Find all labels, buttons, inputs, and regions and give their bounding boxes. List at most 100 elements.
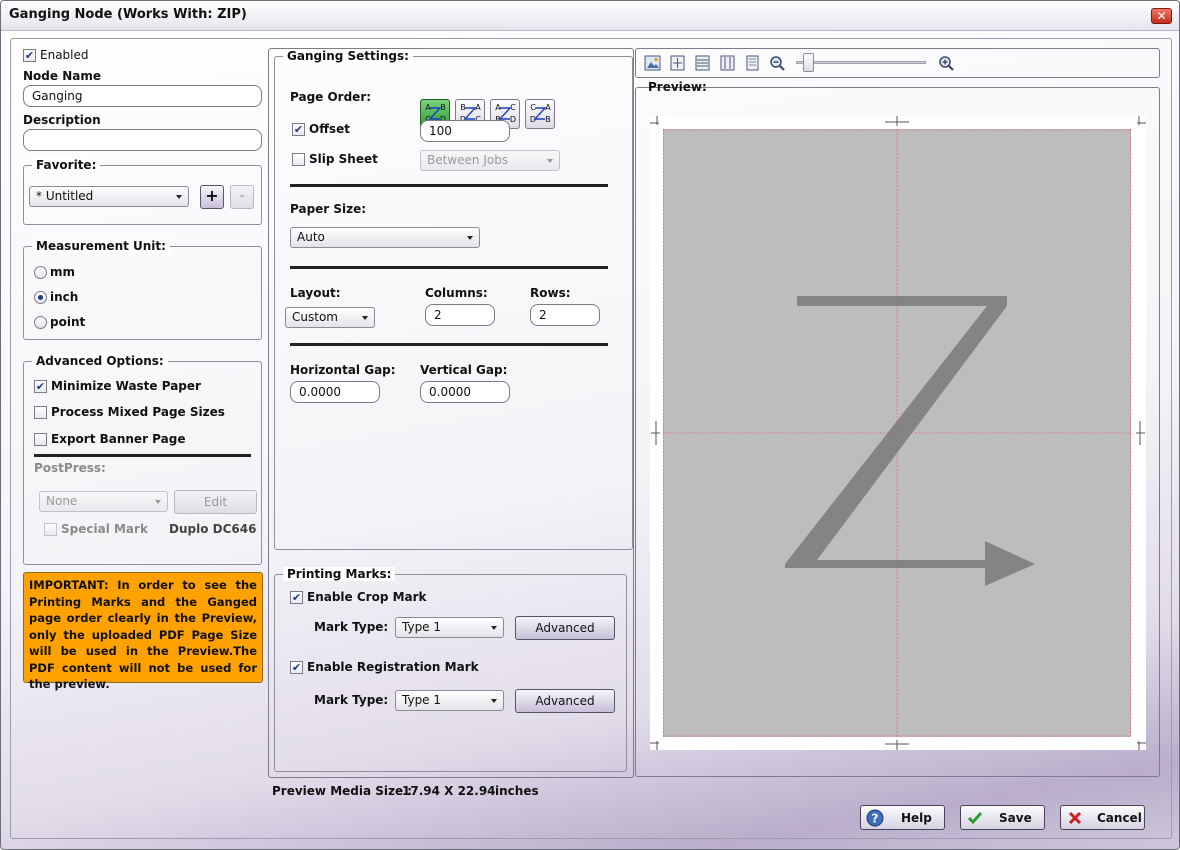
rows-field[interactable]: 2: [530, 304, 600, 326]
minimize-waste-label: Minimize Waste Paper: [51, 379, 201, 393]
mixed-page-sizes-checkbox[interactable]: [34, 406, 47, 419]
node-name-label: Node Name: [23, 69, 101, 83]
fit-page-icon[interactable]: [669, 55, 686, 71]
important-note: IMPORTANT: In order to see the Printing …: [23, 572, 263, 691]
crop-mark-type-value: Type 1: [402, 620, 442, 634]
page-order-reverse-n-button[interactable]: CADB: [525, 99, 555, 129]
measurement-unit-title: Measurement Unit:: [32, 239, 170, 253]
actual-size-icon[interactable]: [744, 55, 761, 71]
slip-sheet-value: Between Jobs: [427, 153, 509, 167]
vertical-gap-field[interactable]: 0.0000: [420, 381, 510, 403]
radio-mm-label: mm: [50, 265, 76, 279]
media-size-label: Preview Media Size :: [272, 784, 413, 798]
radio-mm[interactable]: [34, 266, 47, 279]
horizontal-gap-field[interactable]: 0.0000: [290, 381, 380, 403]
cancel-button[interactable]: Cancel: [1060, 805, 1145, 830]
add-favorite-button[interactable]: +: [200, 185, 224, 209]
banner-page-label: Export Banner Page: [51, 432, 186, 446]
ganging-settings-title: Ganging Settings:: [283, 49, 413, 63]
fit-image-icon[interactable]: [644, 55, 661, 71]
paper-size-label: Paper Size:: [290, 202, 367, 216]
layout-select[interactable]: Custom: [285, 307, 375, 328]
favorite-group: Favorite: * Untitled + -: [23, 158, 262, 225]
layout-value: Custom: [292, 310, 338, 324]
vertical-gap-label: Vertical Gap:: [420, 363, 508, 377]
divider-2: [290, 266, 608, 269]
registration-mark-type-value: Type 1: [402, 693, 442, 707]
horizontal-gap-label: Horizontal Gap:: [290, 363, 396, 377]
advanced-divider: [34, 454, 251, 457]
registration-mark-checkbox[interactable]: ✔: [290, 661, 303, 674]
postpress-edit-button[interactable]: Edit: [174, 490, 257, 514]
svg-text:?: ?: [872, 812, 879, 826]
preview-toolbar: [635, 48, 1160, 78]
help-label: Help: [901, 811, 932, 825]
description-field[interactable]: [23, 129, 262, 151]
crop-advanced-button[interactable]: Advanced: [515, 616, 615, 640]
svg-text:B: B: [545, 115, 551, 124]
zoom-in-icon[interactable]: [938, 55, 955, 71]
enabled-checkbox[interactable]: ✔: [23, 49, 36, 62]
measurement-unit-group: Measurement Unit: mm inch point: [23, 239, 262, 340]
fit-height-icon[interactable]: [719, 55, 736, 71]
remove-favorite-button[interactable]: -: [230, 185, 254, 209]
zoom-slider-track[interactable]: [796, 61, 926, 64]
dialog-body: ✔ Enabled Node Name Ganging Description …: [10, 38, 1172, 839]
columns-label: Columns:: [425, 286, 488, 300]
banner-page-checkbox[interactable]: [34, 433, 47, 446]
zoom-out-icon[interactable]: [769, 55, 786, 71]
favorite-title: Favorite:: [32, 158, 101, 172]
title-bar: Ganging Node (Works With: ZIP) ✕: [1, 1, 1179, 31]
slip-sheet-select[interactable]: Between Jobs: [420, 150, 560, 171]
preview-group: Preview:: [635, 80, 1160, 777]
layout-label: Layout:: [290, 286, 341, 300]
paper-size-select[interactable]: Auto: [290, 227, 480, 248]
columns-field[interactable]: 2: [425, 304, 495, 326]
registration-mark-type-label: Mark Type:: [314, 693, 389, 707]
slip-sheet-label: Slip Sheet: [309, 152, 378, 166]
slip-sheet-checkbox[interactable]: [292, 153, 305, 166]
media-size-value: 17.94 X 22.94: [402, 784, 496, 798]
radio-inch[interactable]: [34, 291, 47, 304]
radio-point[interactable]: [34, 316, 47, 329]
crop-mark-type-label: Mark Type:: [314, 620, 389, 634]
close-icon[interactable]: ✕: [1151, 8, 1172, 24]
node-name-field[interactable]: Ganging: [23, 85, 262, 107]
postpress-select[interactable]: None: [39, 491, 168, 512]
mixed-page-sizes-label: Process Mixed Page Sizes: [51, 405, 225, 419]
radio-point-label: point: [50, 315, 86, 329]
offset-field[interactable]: 100: [420, 120, 510, 142]
save-label: Save: [999, 811, 1032, 825]
postpress-device-label: Duplo DC646: [169, 522, 257, 536]
radio-inch-label: inch: [50, 290, 79, 304]
help-button[interactable]: ? Help: [860, 805, 945, 830]
x-icon: [1068, 811, 1082, 825]
minimize-waste-checkbox[interactable]: ✔: [34, 380, 47, 393]
zoom-slider-thumb[interactable]: [802, 53, 814, 72]
divider-1: [290, 184, 608, 187]
special-mark-checkbox[interactable]: [44, 523, 57, 536]
offset-checkbox[interactable]: ✔: [292, 123, 305, 136]
cancel-label: Cancel: [1097, 811, 1142, 825]
divider-3: [290, 343, 608, 346]
registration-mark-type-select[interactable]: Type 1: [395, 690, 504, 711]
fit-width-icon[interactable]: [694, 55, 711, 71]
help-icon: ?: [866, 809, 884, 827]
save-button[interactable]: Save: [960, 805, 1045, 830]
enabled-label: Enabled: [40, 48, 89, 62]
preview-title: Preview:: [648, 80, 707, 94]
offset-label: Offset: [309, 122, 350, 136]
crop-mark-label: Enable Crop Mark: [307, 590, 427, 604]
check-icon: [967, 812, 983, 825]
registration-advanced-button[interactable]: Advanced: [515, 689, 615, 713]
description-label: Description: [23, 113, 101, 127]
page-order-reverse-n-icon: C AD B: [530, 103, 551, 124]
crop-mark-type-select[interactable]: Type 1: [395, 617, 504, 638]
page-order-label: Page Order:: [290, 90, 372, 104]
paper-size-value: Auto: [297, 230, 325, 244]
crop-mark-checkbox[interactable]: ✔: [290, 591, 303, 604]
favorite-select[interactable]: * Untitled: [29, 186, 189, 207]
special-mark-label: Special Mark: [61, 522, 148, 536]
printing-marks-group: Printing Marks: ✔ Enable Crop Mark Mark …: [274, 567, 627, 772]
ganging-settings-group: Ganging Settings: Page Order: ABCDBADCAC…: [274, 49, 633, 550]
